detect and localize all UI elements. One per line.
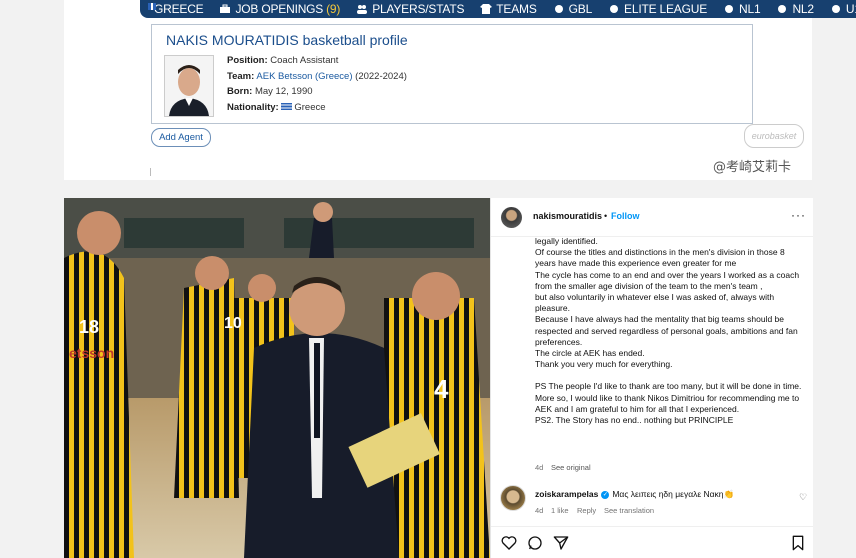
born-value: May 12, 1990 (254, 86, 313, 97)
see-original-link[interactable]: See original (551, 463, 591, 472)
profile-title: NAKIS MOURATIDIS basketball profile (166, 32, 408, 48)
person-portrait-icon (165, 56, 213, 116)
ball-icon (610, 5, 619, 13)
post-actions (491, 526, 813, 557)
nav-item-elite-league[interactable]: ELITE LEAGUE (608, 2, 707, 16)
heart-icon[interactable] (501, 535, 517, 551)
eurobasket-logo: eurobasket (744, 124, 804, 148)
ball-icon (778, 5, 787, 13)
top-nav-bar: GREECE JOB OPENINGS (9) PLAYERS/STATS TEA… (140, 0, 856, 18)
nav-item-teams[interactable]: TEAMS (480, 2, 537, 16)
nav-item-greece[interactable]: GREECE (154, 2, 204, 16)
post-caption: legally identified. Of course the titles… (535, 236, 805, 426)
nationality-value: Greece (294, 101, 326, 113)
caption-line: More so, I would like to thank Nikos Dim… (535, 392, 800, 414)
svg-text:etsson: etsson (69, 345, 114, 361)
caption-line: legally identified. (535, 236, 598, 246)
team-years: (2022-2024) (355, 70, 407, 82)
nav-item-u18-league[interactable]: U18 LEA (830, 2, 856, 16)
briefcase-icon (220, 4, 231, 13)
profile-info: Position: Coach Assistant Team: AEK Bets… (227, 53, 407, 115)
nav-item-players-stats[interactable]: PLAYERS/STATS (356, 2, 464, 16)
bookmark-icon[interactable] (791, 535, 805, 551)
comment-icon[interactable] (527, 535, 543, 551)
shirt-icon (480, 4, 493, 14)
comment-heart-icon[interactable]: ♡ (799, 492, 807, 503)
post-age: 4d (535, 463, 544, 472)
comment-age: 4d (535, 506, 544, 515)
comment-likes[interactable]: 1 like (551, 506, 569, 515)
caption-line: PS The people I'd like to thank are too … (535, 381, 802, 392)
team-label: Team: (227, 70, 255, 82)
nav-item-job-openings[interactable]: JOB OPENINGS (9) (219, 2, 340, 16)
post-side-panel: nakismouratidis • Follow ··· legally ide… (490, 198, 813, 558)
profile-card: NAKIS MOURATIDIS basketball profile Posi… (151, 24, 753, 124)
svg-text:18: 18 (79, 317, 99, 337)
team-link[interactable]: AEK Betsson (Greece) (256, 71, 352, 82)
commenter-avatar[interactable] (500, 485, 526, 511)
more-options-icon[interactable]: ··· (791, 208, 806, 222)
svg-text:4: 4 (434, 374, 449, 404)
comment: zoiskarampelas ✓ Μας λειπεις ηδη μεγαλε Να… (535, 489, 795, 500)
people-icon (357, 5, 368, 14)
comment-username[interactable]: zoiskarampelas (535, 489, 598, 499)
ball-icon (725, 5, 734, 13)
nav-item-gbl[interactable]: GBL (553, 2, 592, 16)
caption-line: but also voluntarily in whatever else I … (535, 292, 775, 314)
watermark-text: @考崎艾莉卡 (713, 160, 792, 175)
post-username[interactable]: nakismouratidis (533, 211, 602, 221)
add-agent-button[interactable]: Add Agent (151, 128, 211, 147)
avatar[interactable] (501, 207, 522, 228)
position-label: Position: (227, 55, 268, 66)
caption-line: The cycle has come to an end and over th… (535, 269, 800, 291)
caption-line: Because I have always had the mentality … (535, 314, 798, 347)
ball-icon (831, 5, 840, 13)
post-photo: etsson 18 10 4 (64, 198, 490, 558)
caption-line: Thank you very much for everything. (535, 359, 673, 370)
verified-badge-icon: ✓ (601, 490, 610, 499)
see-translation-link[interactable]: See translation (604, 506, 654, 515)
born-label: Born: (227, 86, 253, 97)
comment-text: Μας λειπεις ηδη μεγαλε Νακη👏 (612, 489, 735, 499)
greece-flag-icon (281, 103, 293, 111)
team-celebration-photo: etsson 18 10 4 (64, 198, 490, 558)
share-icon[interactable] (553, 535, 569, 551)
caption-line: The circle at AEK has ended. (535, 348, 645, 359)
reply-button[interactable]: Reply (577, 506, 596, 515)
nav-item-nl1[interactable]: NL1 (723, 2, 761, 16)
follow-button[interactable]: Follow (611, 211, 640, 221)
caption-line (535, 370, 805, 381)
post-header: nakismouratidis • Follow ··· (491, 198, 813, 237)
svg-text:10: 10 (224, 315, 242, 332)
caption-line: PS2. The Story has no end.. nothing but … (535, 415, 734, 426)
separator-dot: • (604, 211, 608, 221)
divider (150, 168, 155, 176)
caption-line: Of course the titles and distinctions in… (535, 247, 785, 269)
profile-photo (164, 55, 214, 117)
ball-icon (554, 5, 563, 13)
position-value: Coach Assistant (270, 55, 339, 66)
nationality-label: Nationality: (227, 101, 279, 113)
nav-item-nl2[interactable]: NL2 (776, 2, 814, 16)
